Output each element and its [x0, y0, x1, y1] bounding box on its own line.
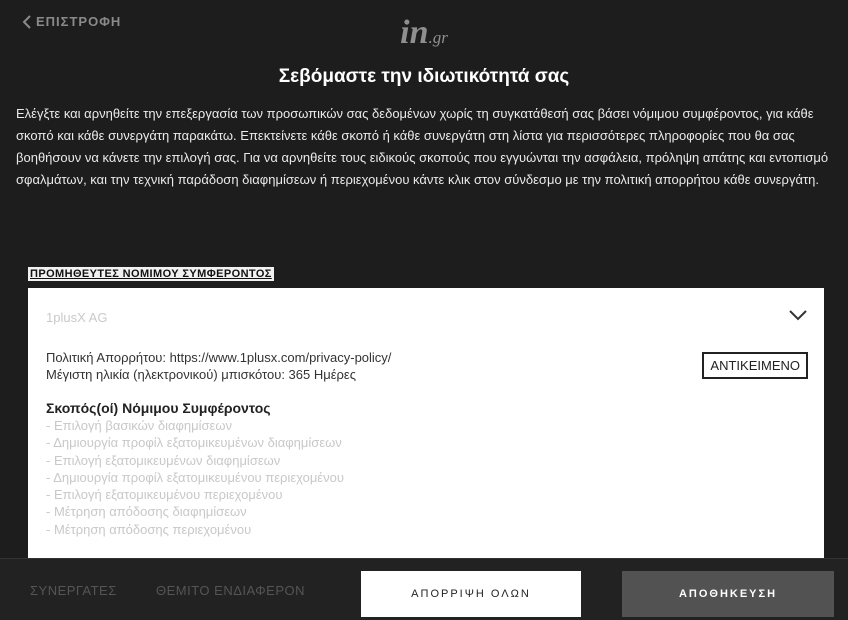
purpose-item: - Μέτρηση απόδοσης διαφημίσεων — [46, 504, 247, 520]
purpose-item: - Δημιουργία προφίλ εξατομικευμένων διαφ… — [46, 435, 342, 451]
chevron-down-icon[interactable] — [788, 308, 808, 322]
tab-legitimate-interest[interactable]: ΘΕΜΙΤΟ ΕΝΔΙΑΦΕΡΟΝ — [156, 583, 305, 598]
logo-sub: .gr — [428, 28, 448, 47]
vendor-info: Πολιτική Απορρήτου: https://www.1plusx.c… — [46, 349, 391, 383]
site-logo: in.gr — [0, 14, 848, 52]
reject-all-button[interactable]: ΑΠΟΡΡΙΨΗ ΟΛΩΝ — [361, 571, 581, 617]
purpose-item: - Επιλογή βασικών διαφημίσεων — [46, 418, 232, 433]
vendor-card: 1plusX AG Πολιτική Απορρήτου: https://ww… — [28, 288, 824, 558]
purpose-item: - Δημιουργία προφίλ εξατομικευμένου περι… — [46, 469, 344, 485]
tab-partners[interactable]: ΣΥΝΕΡΓΑΤΕΣ — [30, 583, 117, 598]
purposes-title: Σκοπός(οί) Νόμιμου Συμφέροντος — [46, 400, 271, 416]
object-button[interactable]: ΑΝΤΙΚΕΙΜΕΝΟ — [702, 352, 808, 379]
logo-main: in — [400, 14, 429, 51]
privacy-policy-text: Πολιτική Απορρήτου: https://www.1plusx.c… — [46, 350, 392, 365]
section-label: ΠΡΟΜΗΘΕΥΤΕΣ ΝΟΜΙΜΟΥ ΣΥΜΦΕΡΟΝΤΟΣ — [28, 267, 274, 281]
purpose-list: - Επιλογή βασικών διαφημίσεων - Δημιουργ… — [46, 417, 344, 538]
cookie-max-age-text: Μέγιστη ηλικία (ηλεκτρονικού) μπισκότου:… — [46, 367, 356, 382]
purpose-item: - Επιλογή εξατομικευμένων διαφημίσεων — [46, 452, 281, 468]
page-title: Σεβόμαστε την ιδιωτικότητά σας — [278, 66, 570, 87]
vendor-name[interactable]: 1plusX AG — [46, 310, 107, 325]
intro-text: Ελέγξτε και αρνηθείτε την επεξεργασία τω… — [16, 106, 829, 187]
purpose-item: - Επιλογή εξατομικευμένου περιεχομένου — [46, 487, 283, 503]
purpose-item: - Μέτρηση απόδοσης περιεχομένου — [46, 521, 252, 537]
save-button[interactable]: ΑΠΟΘΗΚΕΥΣΗ — [622, 571, 834, 617]
footer-bar: ΣΥΝΕΡΓΑΤΕΣ ΘΕΜΙΤΟ ΕΝΔΙΑΦΕΡΟΝ ΑΠΟΡΡΙΨΗ ΟΛ… — [0, 558, 848, 620]
